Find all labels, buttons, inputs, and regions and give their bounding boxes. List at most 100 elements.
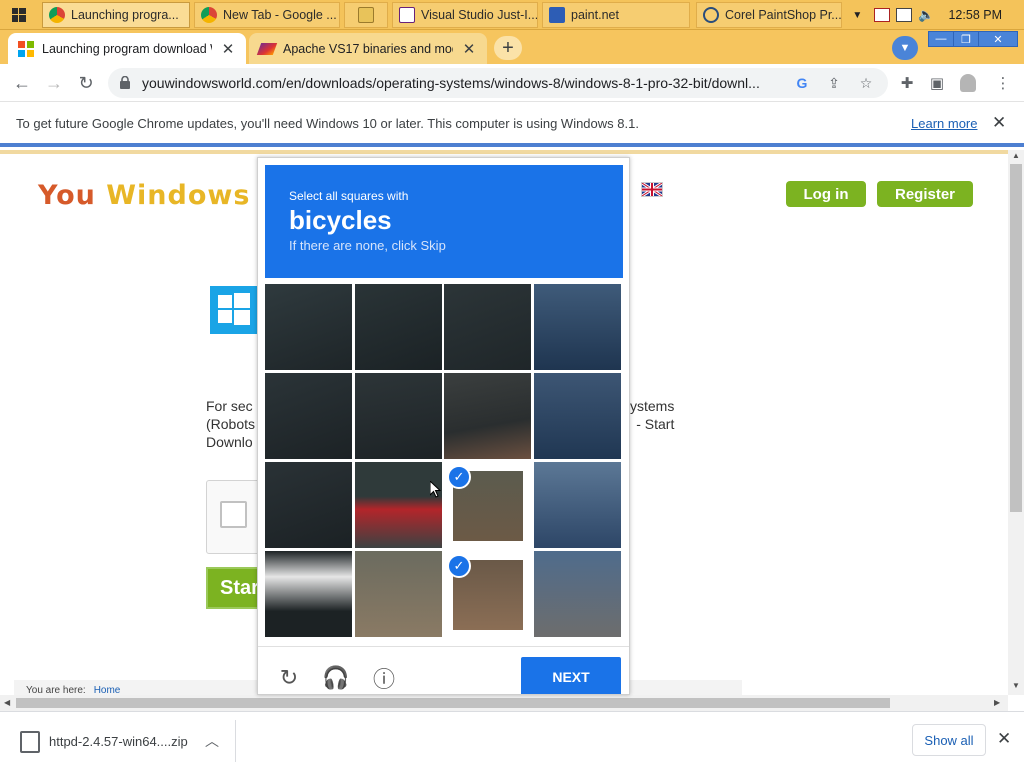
captcha-tile[interactable]: ✓	[444, 551, 531, 637]
download-options-chevron-icon[interactable]: ︿	[205, 731, 219, 751]
browser-tab-apache[interactable]: Apache VS17 binaries and modu ✕	[249, 33, 487, 64]
chevron-down-icon: ▼	[899, 42, 911, 54]
horizontal-scrollbar[interactable]: ◀ ▶	[0, 695, 1008, 711]
captcha-tile[interactable]	[354, 551, 442, 637]
captcha-tile[interactable]	[444, 373, 531, 459]
challenge-instruction: Select all squares with	[289, 189, 409, 203]
taskbar-item-paintnet[interactable]: paint.net	[542, 2, 690, 28]
visual-studio-icon	[399, 7, 415, 23]
captcha-tile[interactable]	[533, 551, 621, 637]
captcha-tile[interactable]	[265, 462, 352, 548]
captcha-tile[interactable]	[265, 284, 352, 370]
captcha-tile[interactable]	[265, 551, 352, 637]
breadcrumb-home-link[interactable]: Home	[94, 685, 121, 695]
close-window-button[interactable]: ✕	[978, 31, 1018, 47]
description-text-right: ystems - Start	[630, 397, 674, 433]
desc-line: - Start	[636, 416, 675, 432]
captcha-tile-image	[265, 373, 352, 459]
show-all-downloads-button[interactable]: Show all	[912, 724, 986, 756]
minimize-button[interactable]: —	[928, 31, 954, 47]
audio-challenge-headphones-icon[interactable]: 🎧	[322, 665, 349, 691]
captcha-tile-image	[533, 284, 621, 370]
paintnet-icon	[549, 7, 565, 23]
taskbar-item-new-tab[interactable]: New Tab - Google ...	[194, 2, 340, 28]
address-bar[interactable]: youwindowsworld.com/en/downloads/operati…	[108, 68, 888, 98]
profile-avatar[interactable]	[960, 74, 976, 92]
captcha-tile-image	[444, 284, 531, 370]
tab-title: Launching program download W	[42, 41, 212, 56]
browser-tab-launching-program[interactable]: Launching program download W ✕	[8, 33, 246, 64]
side-panel-icon[interactable]: ▣	[928, 74, 946, 92]
captcha-tile[interactable]	[533, 462, 621, 548]
back-button[interactable]: ←	[10, 71, 34, 95]
extensions-puzzle-icon[interactable]: ✚	[898, 74, 916, 92]
close-info-bar-icon[interactable]: ✕	[992, 113, 1006, 133]
tray-overflow-icon[interactable]: ▼	[852, 10, 862, 21]
captcha-tile-image	[533, 551, 621, 637]
desc-line: ystems	[630, 398, 675, 414]
shelf-divider	[235, 720, 236, 762]
tab-search-button[interactable]: ▼	[892, 36, 918, 60]
captcha-tile[interactable]: ✓	[444, 462, 531, 548]
scroll-left-icon[interactable]: ◀	[4, 698, 10, 707]
windows-start-button[interactable]	[0, 0, 38, 30]
taskbar-item-label: paint.net	[571, 8, 619, 22]
google-lens-icon[interactable]: G	[794, 75, 810, 91]
logo-word-windows: Windows	[106, 180, 251, 211]
captcha-tile[interactable]	[533, 373, 621, 459]
taskbar-item-paintshop[interactable]: Corel PaintShop Pr...	[696, 2, 842, 28]
captcha-tile[interactable]	[354, 462, 442, 548]
captcha-tile[interactable]	[354, 284, 442, 370]
desc-line: Downlo	[206, 434, 253, 450]
share-icon[interactable]: ⇪	[826, 75, 842, 91]
captcha-tile-image	[354, 551, 442, 637]
taskbar-item-label: Visual Studio Just-I...	[421, 8, 538, 22]
taskbar-item-label: Corel PaintShop Pr...	[725, 8, 842, 22]
captcha-tile[interactable]	[533, 284, 621, 370]
taskbar-item-visual-studio[interactable]: Visual Studio Just-I...	[392, 2, 538, 28]
close-tab-icon[interactable]: ✕	[461, 40, 477, 58]
login-button[interactable]: Log in	[786, 181, 866, 207]
menu-kebab-icon[interactable]: ⋮	[994, 74, 1012, 92]
recaptcha-checkbox[interactable]	[220, 501, 247, 528]
taskbar-item-file-explorer[interactable]	[344, 2, 388, 28]
challenge-object: bicycles	[289, 205, 392, 235]
captcha-tile[interactable]	[354, 373, 442, 459]
captcha-tile-image	[265, 284, 352, 370]
info-icon[interactable]: ⓘ	[371, 665, 397, 692]
captcha-tile[interactable]	[265, 373, 352, 459]
volume-icon[interactable]: 🔈	[918, 7, 934, 23]
forward-button[interactable]: →	[42, 71, 66, 95]
arrow-left-icon: ←	[13, 72, 31, 93]
action-center-icon[interactable]	[874, 8, 891, 22]
challenge-footer: ↻ 🎧 ⓘ NEXT	[258, 646, 629, 694]
bookmark-star-icon[interactable]: ☆	[858, 75, 874, 91]
vertical-scroll-thumb[interactable]	[1010, 164, 1022, 512]
download-filename[interactable]: httpd-2.4.57-win64....zip	[49, 734, 188, 749]
close-shelf-icon[interactable]: ✕	[997, 729, 1011, 749]
scroll-down-icon[interactable]: ▼	[1012, 681, 1020, 690]
reload-challenge-icon[interactable]: ↻	[276, 665, 302, 691]
uk-flag-icon[interactable]	[641, 181, 663, 198]
captcha-tile[interactable]	[444, 284, 531, 370]
apache-feather-icon	[256, 42, 278, 55]
vertical-scrollbar[interactable]: ▲ ▼	[1008, 150, 1024, 695]
scroll-up-icon[interactable]: ▲	[1012, 151, 1020, 160]
next-button[interactable]: NEXT	[521, 657, 621, 694]
new-tab-button[interactable]: +	[494, 36, 522, 60]
windows-favicon-icon	[18, 40, 34, 57]
taskbar-item-launching-program[interactable]: Launching progra...	[42, 2, 190, 28]
register-button[interactable]: Register	[877, 181, 973, 207]
learn-more-link[interactable]: Learn more	[911, 116, 977, 131]
clock[interactable]: 12:58 PM	[948, 8, 1002, 22]
scroll-right-icon[interactable]: ▶	[994, 698, 1000, 707]
windows-taskbar: Launching progra... New Tab - Google ...…	[0, 0, 1024, 30]
restore-button[interactable]: ❐	[953, 31, 979, 47]
network-icon[interactable]	[896, 8, 913, 22]
horizontal-scroll-thumb[interactable]	[16, 698, 890, 708]
site-logo[interactable]: You Windows W	[38, 180, 292, 211]
checkmark-icon: ✓	[447, 465, 471, 489]
close-tab-icon[interactable]: ✕	[220, 40, 236, 58]
taskbar-item-label: New Tab - Google ...	[223, 8, 337, 22]
reload-button[interactable]: ↻	[74, 71, 98, 95]
